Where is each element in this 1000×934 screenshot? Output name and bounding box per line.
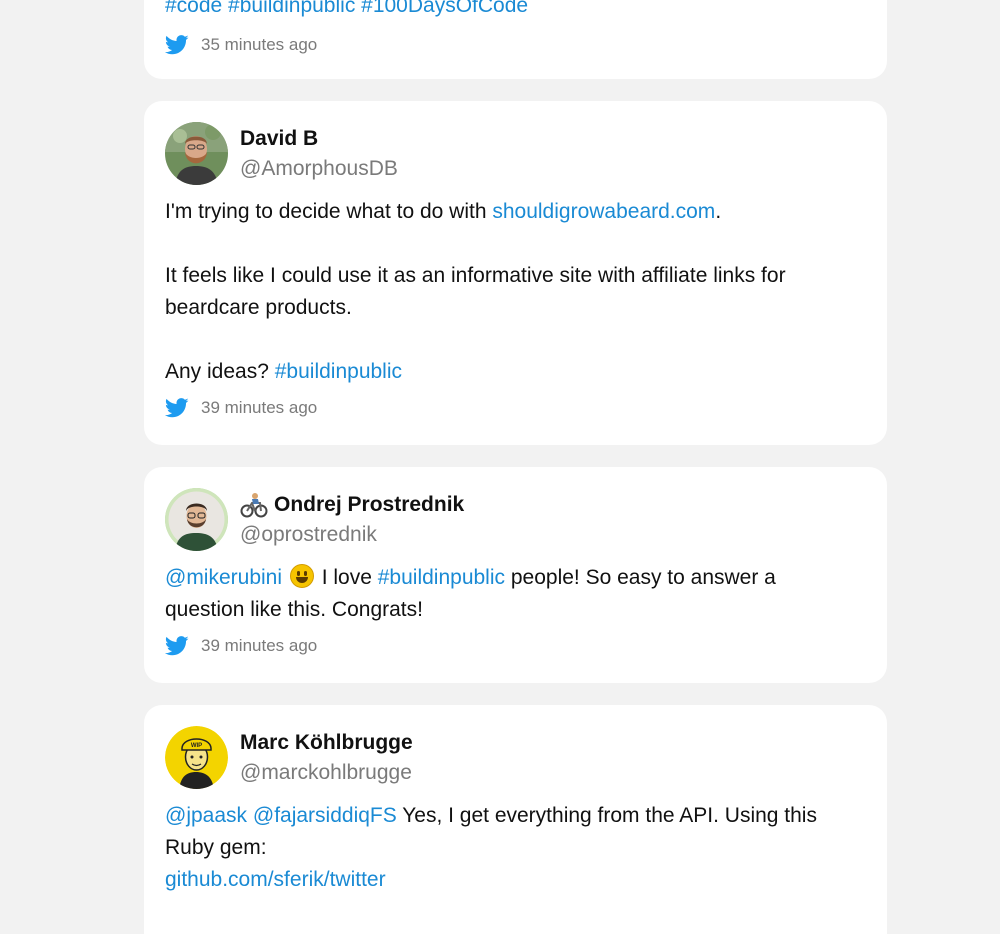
tweet-header: David B @AmorphousDB bbox=[165, 122, 866, 185]
tweet-meta: 35 minutes ago bbox=[165, 33, 317, 57]
author-name[interactable]: Ondrej Prostrednik bbox=[240, 492, 464, 518]
twitter-bird-icon[interactable] bbox=[165, 398, 189, 418]
author-handle[interactable]: @marckohlbrugge bbox=[240, 758, 413, 788]
tweet-text: . bbox=[715, 200, 722, 223]
tweet-link[interactable]: shouldigrowabeard.com bbox=[492, 200, 715, 223]
twitter-bird-icon[interactable] bbox=[165, 35, 189, 55]
author-handle[interactable]: @AmorphousDB bbox=[240, 154, 398, 184]
tweet-card[interactable]: Ondrej Prostrednik @oprostrednik @mikeru… bbox=[144, 467, 887, 683]
tweet-mention[interactable]: @jpaask bbox=[165, 804, 247, 827]
svg-text:WIP: WIP bbox=[191, 743, 202, 749]
tweet-paragraph: Any ideas? #buildinpublic bbox=[165, 356, 866, 388]
tweet-paragraph: @mikerubini I love #buildinpublic people… bbox=[165, 562, 825, 626]
tweet-meta: 39 minutes ago bbox=[165, 634, 866, 658]
tweet-paragraph: It feels like I could use it as an infor… bbox=[165, 264, 786, 319]
tweet-text: I love bbox=[315, 566, 378, 589]
author-info: David B @AmorphousDB bbox=[240, 126, 398, 184]
tweet-timestamp[interactable]: 39 minutes ago bbox=[201, 636, 317, 656]
tweet-feed: #code #buildinpublic #100DaysOfCode 35 m… bbox=[0, 0, 1000, 934]
tweet-text: Any ideas? bbox=[165, 360, 275, 383]
tweet-body: @jpaask @fajarsiddiqFS Yes, I get everyt… bbox=[165, 800, 866, 896]
author-name[interactable]: David B bbox=[240, 126, 398, 152]
tweet-text: I'm trying to decide what to do with bbox=[165, 200, 493, 223]
tweet-mention[interactable]: @mikerubini bbox=[165, 566, 282, 589]
tweet-link[interactable]: github.com/sferik/twitter bbox=[165, 868, 386, 891]
tweet-hashtags[interactable]: #code #buildinpublic #100DaysOfCode bbox=[165, 0, 528, 22]
avatar[interactable] bbox=[165, 488, 228, 551]
tweet-card[interactable]: #code #buildinpublic #100DaysOfCode 35 m… bbox=[144, 0, 887, 79]
author-name[interactable]: Marc Köhlbrugge bbox=[240, 730, 413, 756]
tweet-timestamp[interactable]: 35 minutes ago bbox=[201, 35, 317, 55]
tweet-meta: 39 minutes ago bbox=[165, 396, 866, 420]
author-info: Ondrej Prostrednik @oprostrednik bbox=[240, 492, 464, 550]
tweet-paragraph: @jpaask @fajarsiddiqFS Yes, I get everyt… bbox=[165, 800, 845, 864]
tweet-paragraph: github.com/sferik/twitter bbox=[165, 864, 866, 896]
author-name-text: Ondrej Prostrednik bbox=[274, 493, 465, 516]
smiley-emoji-icon bbox=[289, 564, 314, 588]
tweet-body: I'm trying to decide what to do with sho… bbox=[165, 196, 866, 388]
twitter-bird-icon[interactable] bbox=[165, 636, 189, 656]
tweet-card[interactable]: WIP Marc Köhlbrugge @marckohlbrugge @jpa… bbox=[144, 705, 887, 934]
tweet-mention[interactable]: @fajarsiddiqFS bbox=[253, 804, 397, 827]
tweet-hashtag[interactable]: #buildinpublic bbox=[378, 566, 505, 589]
author-name-text: David B bbox=[240, 127, 319, 150]
tweet-header: WIP Marc Köhlbrugge @marckohlbrugge bbox=[165, 726, 866, 789]
tweet-hashtag[interactable]: #buildinpublic bbox=[275, 360, 402, 383]
tweet-timestamp[interactable]: 39 minutes ago bbox=[201, 398, 317, 418]
tweet-paragraph: I'm trying to decide what to do with sho… bbox=[165, 196, 866, 228]
tweet-body: @mikerubini I love #buildinpublic people… bbox=[165, 562, 866, 626]
author-info: Marc Köhlbrugge @marckohlbrugge bbox=[240, 730, 413, 788]
avatar[interactable]: WIP bbox=[165, 726, 228, 789]
author-name-text: Marc Köhlbrugge bbox=[240, 731, 413, 754]
tweet-card[interactable]: David B @AmorphousDB I'm trying to decid… bbox=[144, 101, 887, 445]
avatar[interactable] bbox=[165, 122, 228, 185]
mountain-bike-emoji-icon bbox=[240, 492, 268, 518]
author-handle[interactable]: @oprostrednik bbox=[240, 520, 464, 550]
tweet-header: Ondrej Prostrednik @oprostrednik bbox=[165, 488, 866, 551]
